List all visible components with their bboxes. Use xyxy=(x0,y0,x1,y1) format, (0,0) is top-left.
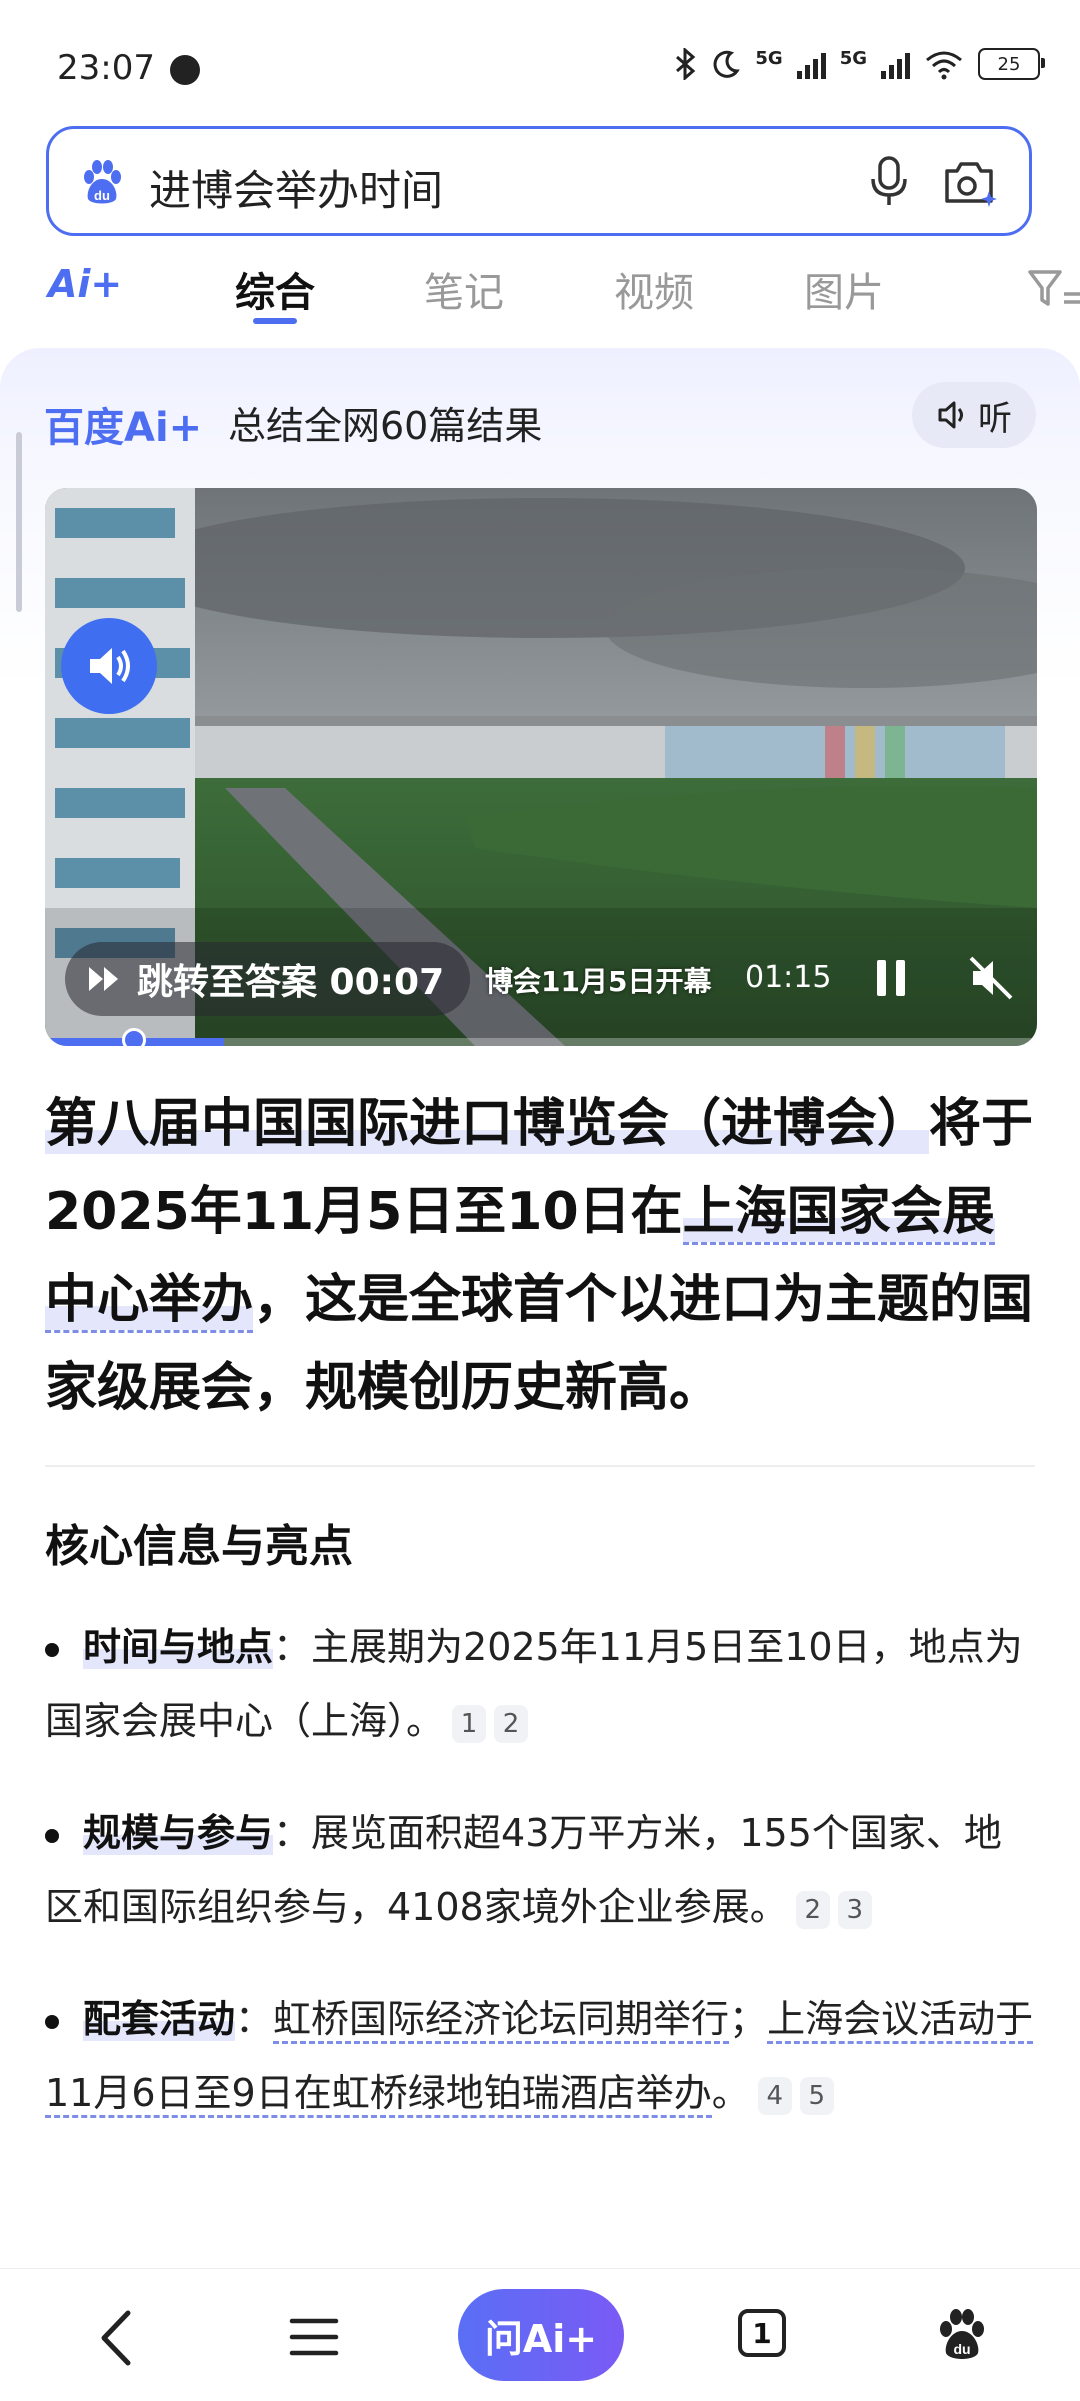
signal-icon-2 xyxy=(881,49,910,79)
bottom-nav: 问Ai+ 1 du xyxy=(0,2268,1080,2401)
search-input[interactable]: 进博会举办时间 xyxy=(149,157,443,218)
tab-notes[interactable]: 笔记 xyxy=(424,260,504,318)
filter-icon[interactable] xyxy=(1026,268,1080,308)
bullet-dot xyxy=(45,1642,59,1657)
jump-to-answer-label: 跳转至答案 00:07 xyxy=(137,962,445,1003)
tab-ai[interactable]: Ai+ xyxy=(48,262,122,306)
ai-summary-text: 总结全网60篇结果 xyxy=(228,404,543,448)
battery-level: 25 xyxy=(997,53,1021,75)
pause-icon[interactable] xyxy=(871,956,911,1000)
bullet-text: ； xyxy=(729,1997,768,2041)
bullet-key: 时间与地点 xyxy=(83,1625,274,1669)
citation-badge[interactable]: 2 xyxy=(795,1890,830,1929)
alarm-icon xyxy=(170,55,200,85)
divider xyxy=(45,1465,1035,1467)
highlights-list: 时间与地点：主展期为2025年11月5日至10日，地点为国家会展中心（上海）。 1… xyxy=(45,1610,1035,2168)
bluetooth-icon xyxy=(676,48,696,80)
baidu-paw-icon: du xyxy=(84,160,121,204)
list-item: 时间与地点：主展期为2025年11月5日至10日，地点为国家会展中心（上海）。 1… xyxy=(45,1610,1035,1758)
baidu-paw-icon[interactable]: du xyxy=(934,2307,990,2363)
video-sound-button[interactable] xyxy=(61,618,157,714)
status-bar: 23:07 5G 5G 25 xyxy=(0,0,1080,120)
battery-icon: 25 xyxy=(978,48,1045,80)
list-item: 规模与参与：展览面积超43万平方米，155个国家、地区和国际组织参与，4108家… xyxy=(45,1796,1035,1944)
tab-videos[interactable]: 视频 xyxy=(614,260,694,318)
bullet-dot xyxy=(45,1828,59,1843)
svg-text:du: du xyxy=(94,188,110,203)
tab-images[interactable]: 图片 xyxy=(804,260,884,318)
moon-icon xyxy=(713,50,741,78)
bullet-link-forum[interactable]: 虹桥国际经济论坛同期举行 xyxy=(273,1997,730,2044)
svg-text:du: du xyxy=(953,2341,970,2357)
fast-forward-icon xyxy=(89,967,118,991)
bullet-text: ： xyxy=(235,1997,274,2041)
video-duration: 01:15 xyxy=(745,960,832,995)
bullet-text: 。 xyxy=(711,2071,750,2115)
speaker-icon xyxy=(938,401,963,429)
speaker-icon xyxy=(90,648,130,684)
citation-badge[interactable]: 1 xyxy=(452,1704,487,1743)
search-bar[interactable]: du 进博会举办时间 xyxy=(46,126,1032,236)
citation-badge[interactable]: 3 xyxy=(837,1890,872,1929)
wifi-icon xyxy=(926,51,962,80)
list-item: 配套活动：虹桥国际经济论坛同期举行；上海会议活动于11月6日至9日在虹桥绿地铂瑞… xyxy=(45,1982,1035,2130)
microphone-icon[interactable] xyxy=(867,155,911,209)
scrollbar[interactable] xyxy=(16,432,22,612)
listen-button[interactable]: 听 xyxy=(912,382,1036,448)
video-player[interactable]: 跳转至答案 00:07 博会11月5日开幕 01:15 xyxy=(45,488,1037,1046)
active-tab-indicator xyxy=(253,318,297,324)
signal-icon-1 xyxy=(796,49,826,79)
video-progress-track[interactable] xyxy=(45,1038,1037,1046)
mute-icon[interactable] xyxy=(965,952,1017,1004)
status-indicators: 5G 5G 25 xyxy=(675,48,1045,80)
bullet-key: 配套活动 xyxy=(83,1997,236,2041)
bullet-dot xyxy=(45,2014,59,2029)
status-time: 23:07 xyxy=(57,48,155,88)
answer-highlight-1: 第八届中国国际进口博览会（进博会） xyxy=(45,1094,930,1154)
ask-ai-button[interactable]: 问Ai+ xyxy=(458,2289,624,2381)
video-caption: 博会11月5日开幕 xyxy=(485,965,712,998)
citation-badge[interactable]: 2 xyxy=(494,1704,529,1743)
bullet-key: 规模与参与 xyxy=(83,1811,274,1855)
network-label-2: 5G xyxy=(839,48,867,69)
tab-all[interactable]: 综合 xyxy=(235,260,315,318)
citation-badge[interactable]: 4 xyxy=(757,2076,792,2115)
back-icon[interactable] xyxy=(92,2305,142,2371)
citation-badge[interactable]: 5 xyxy=(799,2076,834,2115)
section-title: 核心信息与亮点 xyxy=(45,1521,353,1572)
listen-label: 听 xyxy=(978,398,1012,439)
ai-brand-logo: 百度Ai+ xyxy=(44,405,203,451)
camera-search-icon[interactable] xyxy=(941,157,999,209)
tabs-count-button[interactable]: 1 xyxy=(738,2309,786,2357)
menu-icon[interactable] xyxy=(288,2311,340,2363)
ai-answer-summary: 第八届中国国际进口博览会（进博会）将于2025年11月5日至10日在上海国家会展… xyxy=(45,1080,1035,1432)
search-tabs: Ai+ 综合 笔记 视频 图片 xyxy=(0,250,1080,330)
network-label-1: 5G xyxy=(755,48,783,69)
jump-to-answer-button[interactable]: 跳转至答案 00:07 xyxy=(65,942,471,1016)
